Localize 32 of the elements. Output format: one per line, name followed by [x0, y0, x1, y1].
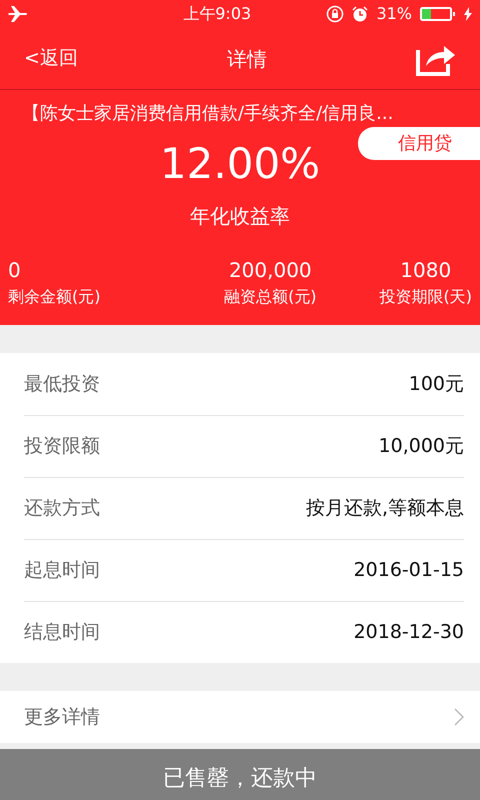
rate-label: 年化收益率 [190, 204, 290, 228]
category-tag: 信用贷 [358, 127, 480, 160]
alarm-icon [352, 6, 368, 22]
stat-value: 0 [8, 257, 22, 284]
chevron-right-icon [454, 708, 464, 726]
rotation-lock-icon [326, 5, 344, 23]
page-title: 详情 [226, 46, 267, 72]
detail-value: 2018-12-30 [354, 620, 464, 646]
stat-value: 200,000 [228, 257, 313, 284]
battery-percent: 31% [376, 3, 412, 25]
stat-label: 剩余金额(元) [8, 286, 102, 308]
detail-value: 按月还款,等额本息 [306, 496, 464, 522]
status-time: 上午9:03 [183, 4, 252, 23]
detail-label: 结息时间 [24, 620, 100, 646]
detail-label: 还款方式 [24, 496, 100, 522]
detail-label: 最低投资 [24, 372, 100, 397]
interest-rate: 12.00% [160, 143, 320, 185]
detail-value: 100元 [408, 372, 464, 397]
more-details-label: 更多详情 [24, 704, 100, 730]
back-button[interactable]: <返回 [24, 44, 78, 73]
product-title: 【陈女士家居消费信用借款/手续齐全/信用良... [21, 102, 394, 126]
charging-icon [464, 7, 472, 21]
stat-label: 投资期限(天) [380, 286, 472, 308]
stat-value: 1080 [399, 257, 452, 284]
battery-icon [420, 6, 456, 22]
airplane-icon [8, 6, 28, 22]
detail-label: 投资限额 [24, 434, 100, 460]
detail-value: 10,000元 [378, 434, 464, 460]
stat-label: 融资总额(元) [224, 286, 317, 308]
detail-value: 2016-01-15 [354, 558, 464, 584]
detail-label: 起息时间 [24, 558, 100, 584]
more-details-row[interactable]: 更多详情 [0, 691, 480, 743]
